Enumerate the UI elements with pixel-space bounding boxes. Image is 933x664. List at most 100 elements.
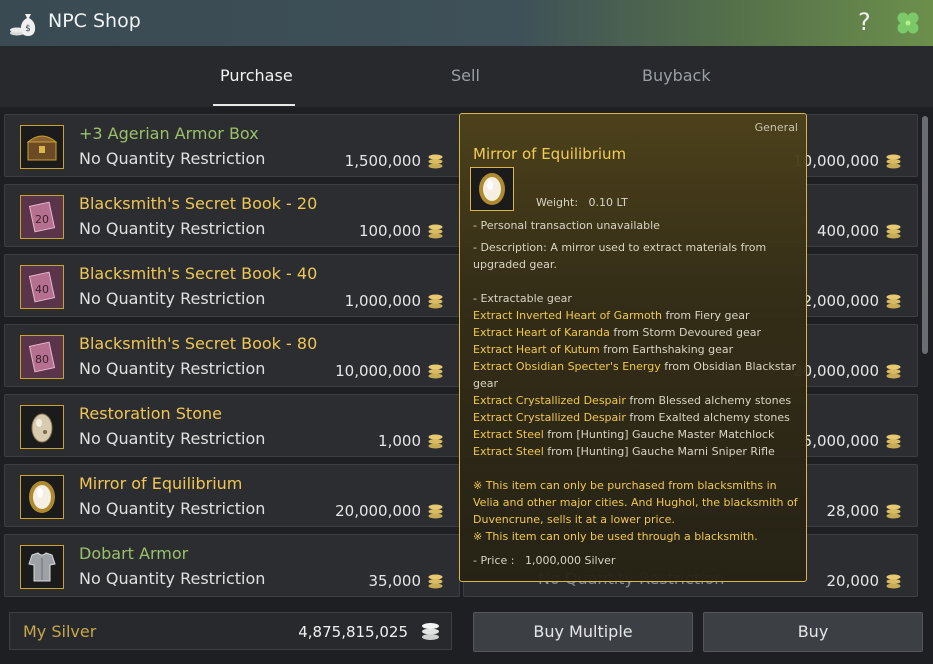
quantity-restriction: No Quantity Restriction	[79, 149, 266, 168]
my-silver-panel: My Silver 4,875,815,025	[9, 612, 452, 650]
list-item[interactable]: Dobart Armor No Quantity Restriction 35,…	[4, 534, 460, 597]
item-price: 2,000,000	[802, 292, 879, 310]
weight-label: Weight:	[536, 196, 579, 209]
my-silver-label: My Silver	[23, 622, 97, 641]
silver-coin-icon	[886, 364, 901, 379]
silver-coin-icon	[428, 224, 443, 239]
tooltip-note: ※ This item can only be used through a b…	[473, 530, 758, 543]
quantity-restriction: No Quantity Restriction	[79, 289, 266, 308]
tooltip-item-name: Mirror of Equilibrium	[473, 145, 627, 163]
silver-coin-icon	[428, 434, 443, 449]
item-name: Restoration Stone	[79, 404, 222, 423]
tooltip-note: Duvencrune, sells it at a lower price.	[473, 513, 675, 526]
svg-text:$: $	[25, 24, 31, 34]
list-item[interactable]: 40 Blacksmith's Secret Book - 40 No Quan…	[4, 254, 460, 317]
buy-multiple-button[interactable]: Buy Multiple	[473, 612, 693, 652]
tooltip-note: ※ This item can only be purchased from b…	[473, 479, 777, 492]
quantity-restriction: No Quantity Restriction	[79, 359, 266, 378]
silver-coin-icon	[886, 434, 901, 449]
silver-coin-icon	[886, 154, 901, 169]
tooltip-extract-line: Extract Obsidian Specter's Energy from O…	[473, 360, 797, 373]
book-number: 80	[35, 353, 49, 366]
tooltip-weight: Weight: 0.10 LT	[536, 196, 628, 209]
price-value: 1,000,000 Silver	[525, 554, 616, 567]
secret-book-icon: 80	[20, 335, 64, 379]
list-item[interactable]: 80 Blacksmith's Secret Book - 80 No Quan…	[4, 324, 460, 387]
tooltip-note: Velia and other major cities. And Hughol…	[473, 496, 798, 509]
quantity-restriction: No Quantity Restriction	[79, 569, 266, 588]
item-price: 1,000	[378, 432, 421, 450]
tooltip-extract-header: - Extractable gear	[473, 292, 572, 305]
item-name: +3 Agerian Armor Box	[79, 124, 259, 143]
buy-button[interactable]: Buy	[703, 612, 923, 652]
tab-bar: Purchase Sell Buyback	[0, 46, 933, 107]
item-price: 20,000,000	[335, 502, 421, 520]
list-scrollbar[interactable]	[922, 116, 928, 354]
quantity-restriction: No Quantity Restriction	[79, 429, 266, 448]
silver-coin-icon	[428, 364, 443, 379]
title-bar: $ NPC Shop ?	[0, 0, 933, 46]
help-icon[interactable]: ?	[858, 8, 871, 36]
tooltip-extract-line: Extract Steel from [Hunting] Gauche Marn…	[473, 445, 775, 458]
silver-coin-icon	[422, 623, 439, 640]
book-number: 20	[35, 213, 49, 226]
silver-coin-icon	[428, 504, 443, 519]
silver-coin-icon	[886, 224, 901, 239]
quantity-restriction: No Quantity Restriction	[79, 499, 266, 518]
tab-sell[interactable]: Sell	[451, 66, 480, 85]
list-item[interactable]: +3 Agerian Armor Box No Quantity Restric…	[4, 114, 460, 177]
tooltip-category: General	[754, 121, 798, 134]
tab-purchase[interactable]: Purchase	[220, 66, 293, 85]
book-number: 40	[35, 283, 49, 296]
item-price: 20,000	[826, 572, 880, 590]
list-item[interactable]: 20 Blacksmith's Secret Book - 20 No Quan…	[4, 184, 460, 247]
mirror-icon	[20, 475, 64, 519]
tooltip-extract-line: gear	[473, 377, 499, 390]
tooltip-price: - Price : 1,000,000 Silver	[473, 552, 615, 569]
item-name: Blacksmith's Secret Book - 40	[79, 264, 318, 283]
list-item[interactable]: Restoration Stone No Quantity Restrictio…	[4, 394, 460, 457]
item-price: 400,000	[816, 222, 879, 240]
mirror-icon	[470, 167, 514, 211]
tooltip-extract-line: Extract Heart of Karanda from Storm Devo…	[473, 326, 761, 339]
active-tab-indicator	[213, 104, 295, 106]
item-price: 1,500,000	[344, 152, 421, 170]
item-price: 10,000,000	[335, 362, 421, 380]
tooltip-extract-line: Extract Heart of Kutum from Earthshaking…	[473, 343, 734, 356]
my-silver-amount: 4,875,815,025	[298, 623, 408, 641]
item-name: Dobart Armor	[79, 544, 189, 563]
clover-icon[interactable]	[895, 10, 921, 36]
tooltip-extract-line: Extract Crystallized Despair from Blesse…	[473, 394, 792, 407]
tab-buyback[interactable]: Buyback	[642, 66, 711, 85]
item-price: 100,000	[358, 222, 421, 240]
tooltip-personal: - Personal transaction unavailable	[473, 219, 660, 232]
silver-coin-icon	[886, 574, 901, 589]
item-price: 1,000,000	[344, 292, 421, 310]
armor-icon	[20, 545, 64, 589]
silver-coin-icon	[428, 574, 443, 589]
tooltip-extract-line: Extract Crystallized Despair from Exalte…	[473, 411, 790, 424]
item-price: 35,000	[368, 572, 422, 590]
silver-coin-icon	[428, 154, 443, 169]
silver-coin-icon	[886, 294, 901, 309]
silver-coin-icon	[886, 504, 901, 519]
tooltip-extract-line: Extract Steel from [Hunting] Gauche Mast…	[473, 428, 775, 441]
item-name: Blacksmith's Secret Book - 20	[79, 194, 318, 213]
list-item[interactable]: Mirror of Equilibrium No Quantity Restri…	[4, 464, 460, 527]
silver-coin-icon	[428, 294, 443, 309]
weight-value: 0.10 LT	[588, 196, 628, 209]
secret-book-icon: 40	[20, 265, 64, 309]
tooltip-description-cont: upgraded gear.	[473, 258, 557, 271]
item-name: Mirror of Equilibrium	[79, 474, 243, 493]
tooltip-description: - Description: A mirror used to extract …	[473, 241, 767, 254]
item-tooltip: General Mirror of Equilibrium Weight: 0.…	[459, 113, 807, 582]
armor-box-icon	[20, 125, 64, 169]
item-name: Blacksmith's Secret Book - 80	[79, 334, 318, 353]
window-title: NPC Shop	[48, 10, 141, 32]
money-bag-icon: $	[10, 14, 36, 36]
tooltip-extract-line: Extract Inverted Heart of Garmoth from F…	[473, 309, 750, 322]
price-label: - Price :	[473, 554, 515, 567]
item-price: 5,000,000	[802, 432, 879, 450]
restoration-stone-icon	[20, 405, 64, 449]
quantity-restriction: No Quantity Restriction	[79, 219, 266, 238]
